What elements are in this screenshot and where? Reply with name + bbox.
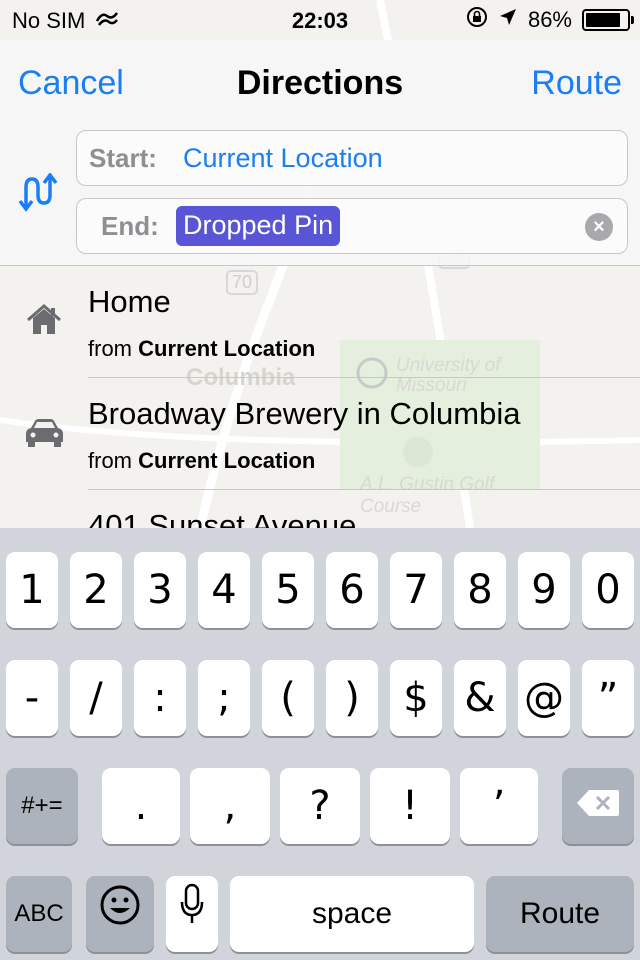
status-bar: No SIM 22:03 86% [0, 0, 640, 40]
suggestion-from: from Current Location [88, 448, 316, 473]
emoji-icon [99, 875, 141, 951]
key-dollar[interactable]: $ [390, 660, 442, 736]
key-close-paren[interactable]: ) [326, 660, 378, 736]
key-open-paren[interactable]: ( [262, 660, 314, 736]
suggestion-name: Broadway Brewery in Columbia [88, 396, 521, 431]
dictation-key[interactable] [166, 876, 218, 952]
key-ampersand[interactable]: & [454, 660, 506, 736]
key-8[interactable]: 8 [454, 552, 506, 628]
key-slash[interactable]: / [70, 660, 122, 736]
keyboard: 1 2 3 4 5 6 7 8 9 0 - / : ; ( ) $ & @ ” … [0, 528, 640, 960]
key-4[interactable]: 4 [198, 552, 250, 628]
route-button[interactable]: Route [531, 64, 622, 103]
key-7[interactable]: 7 [390, 552, 442, 628]
key-hyphen[interactable]: - [6, 660, 58, 736]
key-exclamation[interactable]: ! [370, 768, 450, 844]
emoji-key[interactable] [86, 876, 154, 952]
key-at[interactable]: @ [518, 660, 570, 736]
key-2[interactable]: 2 [70, 552, 122, 628]
key-9[interactable]: 9 [518, 552, 570, 628]
key-apostrophe[interactable]: ’ [460, 768, 538, 844]
swap-start-end-icon[interactable] [18, 172, 62, 213]
suggestion-name: Home [88, 284, 171, 319]
list-item[interactable]: Home from Current Location [0, 266, 640, 378]
key-5[interactable]: 5 [262, 552, 314, 628]
battery-percent: 86% [527, 7, 572, 32]
battery-level [586, 13, 621, 27]
list-item[interactable]: 401 Sunset Avenue [0, 490, 640, 528]
more-symbols-key[interactable]: #+= [6, 768, 78, 844]
suggestion-from: from Current Location [88, 336, 316, 361]
backspace-key[interactable] [562, 768, 634, 844]
key-1[interactable]: 1 [6, 552, 58, 628]
microphone-icon [179, 875, 205, 951]
suggestion-name: 401 Sunset Avenue [88, 508, 357, 528]
navigation-bar: Cancel Directions Route [0, 40, 640, 128]
abc-key[interactable]: ABC [6, 876, 72, 952]
home-icon [22, 300, 66, 340]
start-field[interactable]: Start: Current Location [76, 130, 628, 186]
key-question[interactable]: ? [280, 768, 360, 844]
key-quote[interactable]: ” [582, 660, 634, 736]
battery-icon [582, 9, 634, 31]
end-value-selected[interactable]: Dropped Pin [176, 206, 341, 246]
key-3[interactable]: 3 [134, 552, 186, 628]
key-colon[interactable]: : [134, 660, 186, 736]
backspace-icon [575, 767, 621, 843]
rotation-lock-icon [466, 6, 488, 34]
space-key[interactable]: space [230, 876, 474, 952]
directions-header: Cancel Directions Route Start: Current L… [0, 40, 640, 266]
start-value[interactable]: Current Location [183, 143, 383, 174]
key-0[interactable]: 0 [582, 552, 634, 628]
key-6[interactable]: 6 [326, 552, 378, 628]
list-item[interactable]: Broadway Brewery in Columbia from Curren… [0, 378, 640, 490]
location-arrow-icon [498, 7, 518, 33]
route-key[interactable]: Route [486, 876, 634, 952]
suggestion-list: Home from Current Location Broadway Brew… [0, 266, 640, 528]
key-comma[interactable]: , [190, 768, 270, 844]
end-label: End: [101, 211, 159, 241]
end-field[interactable]: End: Dropped Pin × [76, 198, 628, 254]
start-label: Start: [89, 143, 157, 173]
clear-icon[interactable]: × [585, 213, 613, 241]
key-period[interactable]: . [102, 768, 180, 844]
key-semicolon[interactable]: ; [198, 660, 250, 736]
car-icon [22, 412, 66, 452]
